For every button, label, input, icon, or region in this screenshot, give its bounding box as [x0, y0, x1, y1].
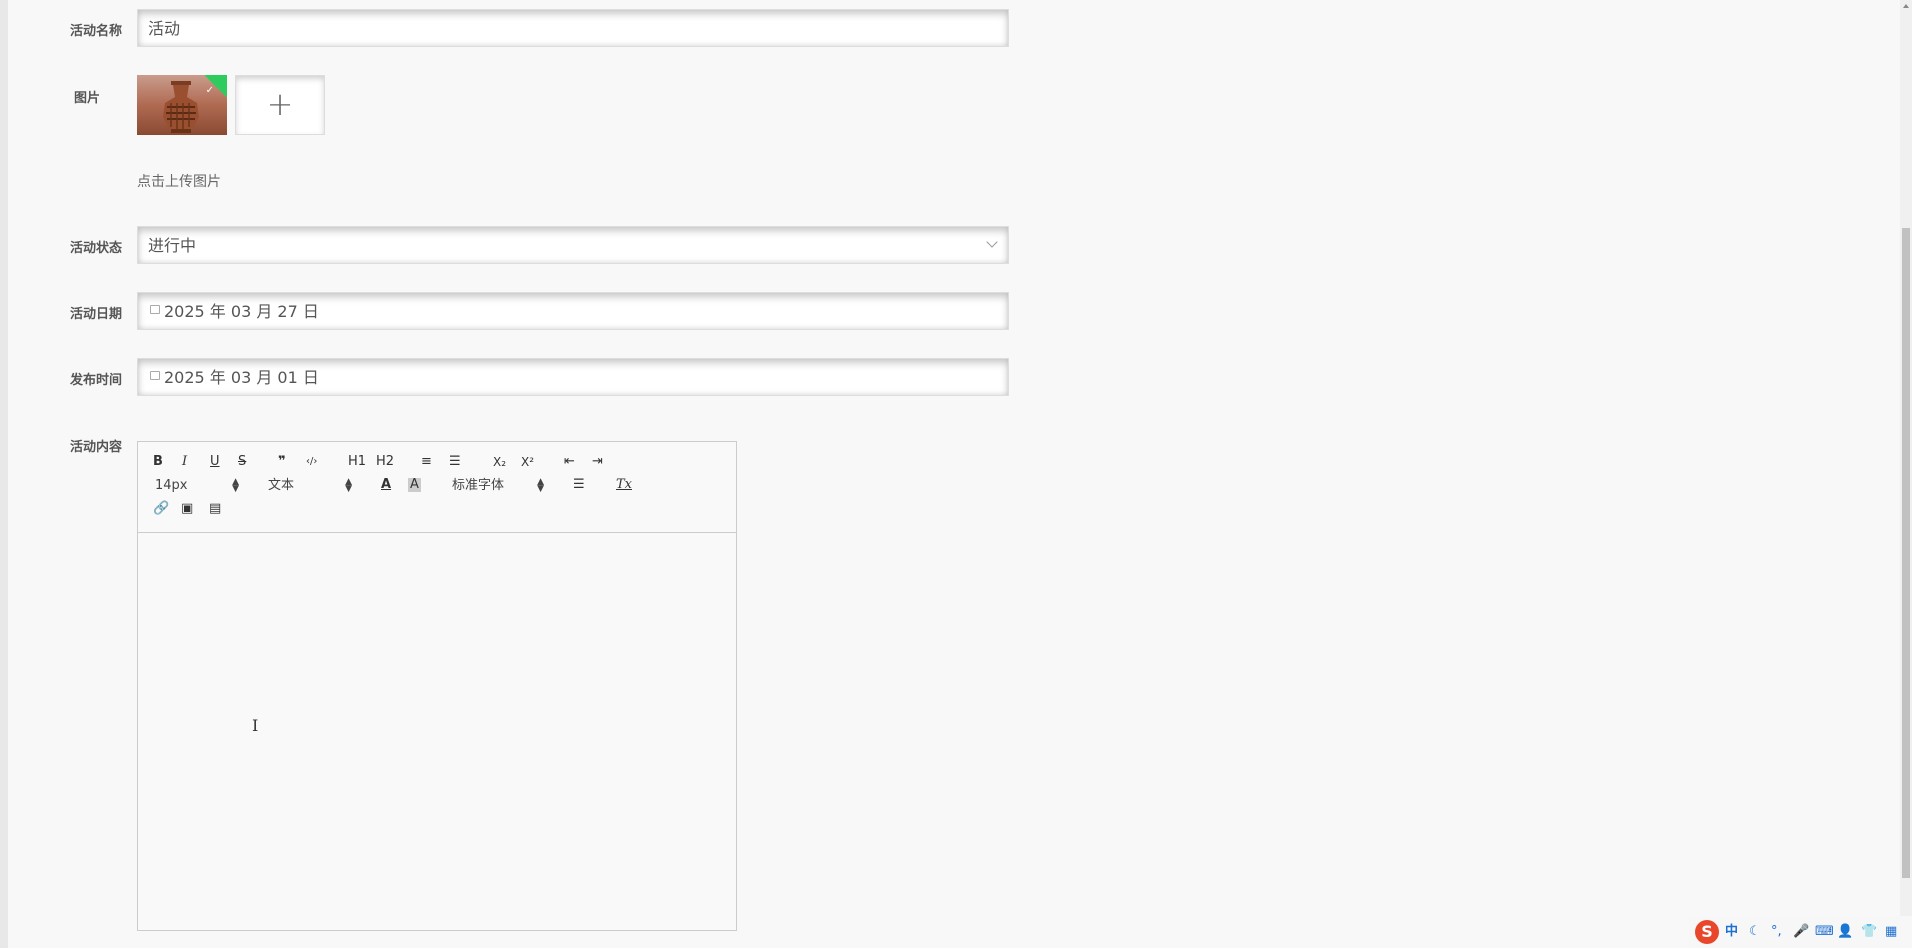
publish-input[interactable]: 2025 年 03 月 01 日	[137, 358, 1009, 396]
calendar-icon	[150, 371, 160, 380]
ordered-list-button[interactable]: ≡	[421, 455, 432, 469]
select-arrows-icon: ▲ ▼	[537, 477, 544, 494]
font-size-value: 14px	[155, 478, 188, 493]
font-family-value: 标准字体	[452, 478, 505, 493]
strike-button[interactable]: S	[238, 455, 246, 469]
status-label: 活动状态	[69, 241, 122, 256]
date-label: 活动日期	[69, 307, 122, 322]
bullet-list-button[interactable]: ☰	[449, 455, 461, 469]
left-edge	[0, 0, 8, 948]
scrollbar-thumb[interactable]	[1902, 228, 1910, 878]
moon-icon[interactable]: ☾	[1749, 924, 1761, 940]
select-arrows-icon: ▲ ▼	[345, 477, 352, 494]
superscript-button[interactable]: X²	[521, 455, 534, 469]
chevron-down-icon	[986, 236, 998, 248]
background-color-icon[interactable]: A	[408, 478, 421, 492]
status-select[interactable]: 进行中	[137, 226, 1009, 264]
clean-format-button[interactable]: Tx	[616, 478, 632, 492]
skin-icon[interactable]: 👕	[1861, 924, 1877, 940]
header-select[interactable]: 文本 ▲ ▼	[268, 477, 352, 494]
bold-button[interactable]: B	[153, 455, 163, 469]
name-input[interactable]: 活动	[137, 9, 1009, 47]
link-icon[interactable]: 🔗	[153, 502, 169, 516]
editor-content-area[interactable]: Ⅰ	[138, 533, 736, 931]
vase-image	[163, 81, 199, 133]
underline-button[interactable]: U	[210, 455, 220, 469]
header-value: 文本	[268, 478, 295, 493]
content-label: 活动内容	[69, 440, 122, 455]
date-input[interactable]: 2025 年 03 月 27 日	[137, 292, 1009, 330]
select-arrows-icon: ▲ ▼	[232, 477, 239, 494]
video-icon[interactable]: ▤	[209, 502, 221, 516]
align-left-icon[interactable]: ☰	[573, 478, 585, 492]
header1-button[interactable]: H1	[348, 455, 366, 469]
italic-button[interactable]: I	[182, 455, 187, 469]
grid-menu-icon[interactable]: ▦	[1885, 924, 1897, 940]
status-value: 进行中	[148, 236, 197, 255]
uploaded-image-thumbnail[interactable]: ✓	[137, 75, 227, 135]
keyboard-icon[interactable]: ⌨	[1815, 924, 1834, 940]
user-icon[interactable]: 👤	[1837, 924, 1853, 940]
sogou-logo-icon[interactable]: S	[1695, 920, 1719, 944]
name-label: 活动名称	[69, 24, 122, 39]
outdent-button[interactable]: ⇤	[564, 455, 575, 469]
ime-language-toggle[interactable]: 中	[1725, 924, 1738, 940]
font-color-icon[interactable]: A	[381, 478, 391, 492]
image-label: 图片	[73, 91, 100, 106]
font-family-select[interactable]: 标准字体 ▲ ▼	[452, 477, 544, 494]
date-value: 2025 年 03 月 27 日	[164, 302, 319, 321]
text-cursor-icon: Ⅰ	[252, 716, 259, 735]
ime-toolbar: S 中 ☾ °, 🎤 ⌨ 👤 👕 ▦	[1689, 916, 1912, 948]
publish-label: 发布时间	[69, 373, 122, 388]
blockquote-button[interactable]: ❞	[278, 455, 286, 469]
indent-button[interactable]: ⇥	[592, 455, 603, 469]
page-scrollbar[interactable]	[1900, 0, 1912, 948]
scroll-up-arrow-icon[interactable]	[1903, 4, 1909, 8]
upload-hint: 点击上传图片	[137, 174, 221, 190]
check-icon: ✓	[205, 85, 214, 96]
add-image-button[interactable]: +	[235, 75, 325, 135]
font-size-select[interactable]: 14px ▲ ▼	[155, 477, 239, 494]
code-block-button[interactable]: ‹/›	[306, 455, 317, 469]
rich-text-editor: B I U S ❞ ‹/› H1 H2 ≡ ☰ X₂ X² ⇤ ⇥ 14px ▲…	[137, 441, 737, 931]
punctuation-icon[interactable]: °,	[1771, 924, 1782, 940]
microphone-icon[interactable]: 🎤	[1793, 924, 1809, 940]
image-icon[interactable]: ▣	[181, 502, 193, 516]
subscript-button[interactable]: X₂	[493, 455, 506, 469]
calendar-icon	[150, 305, 160, 314]
editor-toolbar: B I U S ❞ ‹/› H1 H2 ≡ ☰ X₂ X² ⇤ ⇥ 14px ▲…	[138, 442, 736, 533]
publish-value: 2025 年 03 月 01 日	[164, 368, 319, 387]
header2-button[interactable]: H2	[376, 455, 394, 469]
